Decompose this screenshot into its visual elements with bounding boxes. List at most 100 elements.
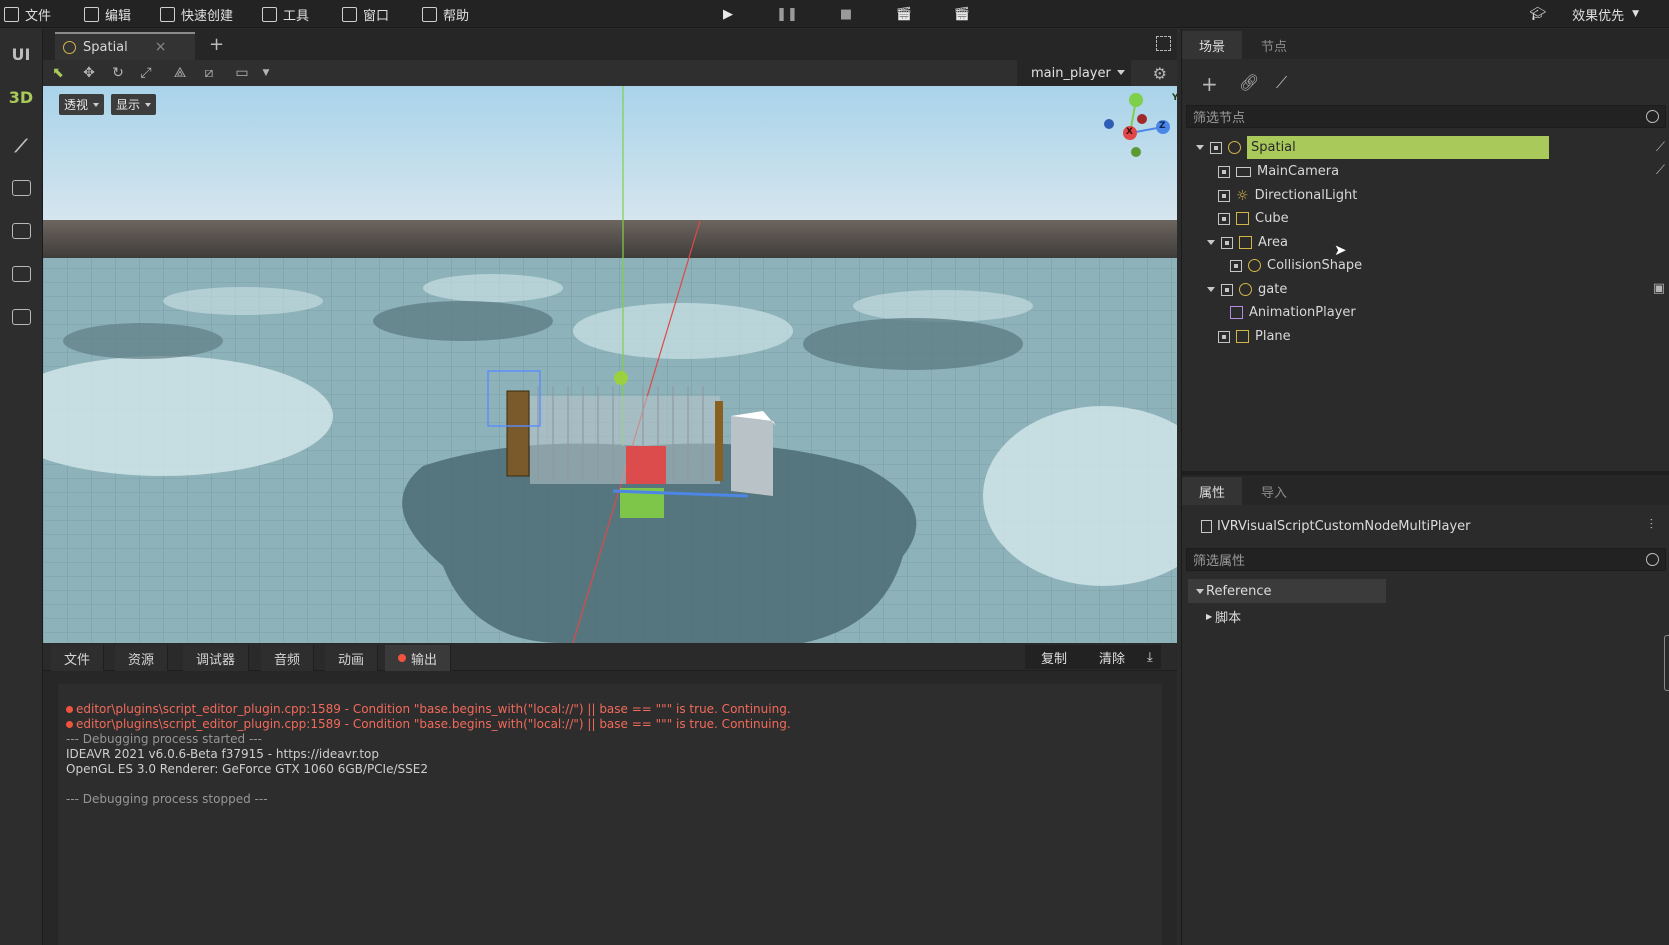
display-menu-button[interactable]: 显示: [111, 94, 157, 115]
tab-output[interactable]: 输出: [385, 645, 452, 671]
tab-files[interactable]: 文件: [51, 645, 105, 671]
tab-resources[interactable]: 资源: [115, 645, 169, 671]
tab-animation[interactable]: 动画: [325, 645, 379, 671]
tree-node-maincamera[interactable]: MainCamera: [1218, 160, 1339, 183]
rotate-tool-icon[interactable]: ↻: [109, 64, 127, 82]
docs-icon: [11, 309, 31, 325]
workspace-script-button[interactable]: ⟋: [0, 127, 42, 165]
snap-icon[interactable]: ⧄: [200, 64, 218, 82]
log-line: editor\plugins\script_editor_plugin.cpp:…: [66, 717, 1162, 732]
visibility-checkbox[interactable]: [1218, 212, 1230, 225]
tree-node-cube[interactable]: Cube: [1218, 207, 1289, 230]
tab-properties[interactable]: 属性: [1182, 477, 1242, 505]
view-menu-icon[interactable]: ▭: [233, 64, 251, 82]
local-space-icon[interactable]: ⟁: [171, 64, 189, 82]
section-reference[interactable]: Reference: [1188, 579, 1386, 603]
expand-arrow-icon[interactable]: [1207, 240, 1215, 245]
visibility-checkbox[interactable]: [1221, 236, 1233, 249]
stop-button[interactable]: ■: [834, 0, 858, 28]
bottom-panel-tabs: 文件 资源 调试器 音频 动画 输出 复制 清除 ⤓: [43, 643, 1177, 671]
script-icon[interactable]: ⟋: [1276, 73, 1287, 93]
menu-file[interactable]: 文件: [4, 0, 51, 28]
add-tab-button[interactable]: +: [209, 34, 224, 55]
3d-viewport[interactable]: 透视 显示 Y Z X: [43, 86, 1177, 643]
scrollbar-handle[interactable]: [1664, 635, 1669, 691]
workspace-3d-button[interactable]: 3D: [0, 78, 42, 116]
close-icon[interactable]: ×: [155, 39, 167, 55]
property-filter-input[interactable]: 筛选属性: [1186, 548, 1666, 571]
error-dot-icon: [398, 654, 406, 662]
workspace-store-button[interactable]: [0, 169, 42, 207]
visibility-checkbox[interactable]: [1210, 141, 1222, 154]
visibility-checkbox[interactable]: [1218, 330, 1230, 343]
clapper-icon[interactable]: ▣: [1653, 281, 1665, 296]
visibility-checkbox[interactable]: [1230, 259, 1242, 272]
tab-debugger[interactable]: 调试器: [183, 645, 250, 671]
tree-node-directionallight[interactable]: ☼ DirectionalLight: [1218, 184, 1357, 207]
link-icon[interactable]: 🔗︎: [1239, 73, 1259, 92]
tab-node[interactable]: 节点: [1244, 31, 1304, 59]
chevron-down-icon[interactable]: ▼: [257, 64, 275, 82]
log-line: --- Debugging process stopped ---: [66, 792, 268, 806]
visibility-checkbox[interactable]: [1218, 189, 1230, 202]
library-icon: [11, 223, 31, 239]
menu-edit[interactable]: 编辑: [84, 0, 131, 28]
editor-tab-strip: Spatial × +: [43, 29, 1177, 60]
workspace-export-button[interactable]: [0, 255, 42, 293]
menu-quick-create[interactable]: 快速创建: [160, 0, 233, 28]
visibility-checkbox[interactable]: [1218, 165, 1230, 178]
tab-import[interactable]: 导入: [1244, 477, 1304, 505]
script-icon[interactable]: ⟋: [1656, 140, 1665, 155]
spatial-icon: [63, 40, 76, 54]
clear-button[interactable]: 清除: [1083, 645, 1142, 669]
graduation-cap-icon: 🎓︎: [1529, 6, 1547, 22]
log-line: --- Debugging process started ---: [66, 732, 262, 746]
move-tool-icon[interactable]: ✥: [80, 64, 98, 82]
right-dock: 场景 节点 + 🔗︎ ⟋ 筛选节点 Spatial ⟋ MainCamera ⟋…: [1181, 29, 1669, 945]
tree-node-plane[interactable]: Plane: [1218, 325, 1291, 348]
gizmo-x-label: X: [1126, 127, 1133, 137]
expand-arrow-icon[interactable]: [1207, 287, 1215, 292]
play-button[interactable]: ▶: [716, 0, 740, 28]
workspace-ui-button[interactable]: UI: [0, 35, 42, 73]
pause-button[interactable]: ❚❚: [775, 0, 799, 28]
menu-tools[interactable]: 工具: [262, 0, 309, 28]
tab-spatial[interactable]: Spatial ×: [55, 32, 195, 60]
chevron-down-icon: [145, 103, 152, 107]
play-custom-scene-button[interactable]: 🎬︎: [950, 0, 974, 28]
light-icon: ☼: [1236, 187, 1249, 204]
menu-window[interactable]: 窗口: [342, 0, 389, 28]
quality-select[interactable]: 🎓︎ 效果优先 ▼: [1530, 0, 1639, 28]
sliders-icon[interactable]: ⫶: [1650, 517, 1654, 533]
tab-audio[interactable]: 音频: [261, 645, 315, 671]
scroll-lock-button[interactable]: ⤓: [1139, 645, 1161, 669]
tab-scene[interactable]: 场景: [1182, 31, 1242, 59]
edit-icon: [160, 6, 175, 22]
node-filter-input[interactable]: 筛选节点: [1186, 105, 1666, 128]
subsection-script[interactable]: ▶ 脚本: [1206, 604, 1241, 628]
perspective-menu-button[interactable]: 透视: [59, 94, 105, 115]
tree-node-area[interactable]: Area: [1207, 231, 1288, 254]
select-tool-icon[interactable]: ⬉: [49, 64, 67, 82]
fullscreen-icon[interactable]: [1156, 36, 1171, 51]
tree-node-animationplayer[interactable]: AnimationPlayer: [1230, 301, 1356, 324]
tree-node-gate[interactable]: gate: [1207, 278, 1287, 301]
scale-tool-icon[interactable]: ⤢: [137, 64, 155, 82]
output-log[interactable]: editor\plugins\script_editor_plugin.cpp:…: [57, 684, 1162, 945]
menu-help[interactable]: 帮助: [422, 0, 469, 28]
visibility-checkbox[interactable]: [1221, 283, 1233, 296]
expand-arrow-icon[interactable]: [1196, 145, 1204, 150]
play-scene-button[interactable]: 🎬︎: [892, 0, 916, 28]
add-node-icon[interactable]: +: [1201, 72, 1218, 96]
workspace-library-button[interactable]: [0, 212, 42, 250]
script-icon[interactable]: ⟋: [1656, 163, 1665, 178]
tree-node-spatial[interactable]: Spatial: [1196, 136, 1549, 159]
document-icon: [1201, 519, 1212, 533]
viewport-toolbar: ⬉ ✥ ↻ ⤢ ⟁ ⧄ ▭ ▼ main_player ⚙︎: [43, 60, 1177, 86]
window-icon: [262, 6, 277, 22]
player-select[interactable]: main_player: [1017, 60, 1131, 86]
gear-icon[interactable]: ⚙︎: [1153, 64, 1167, 83]
workspace-docs-button[interactable]: [0, 298, 42, 336]
copy-button[interactable]: 复制: [1025, 645, 1084, 669]
